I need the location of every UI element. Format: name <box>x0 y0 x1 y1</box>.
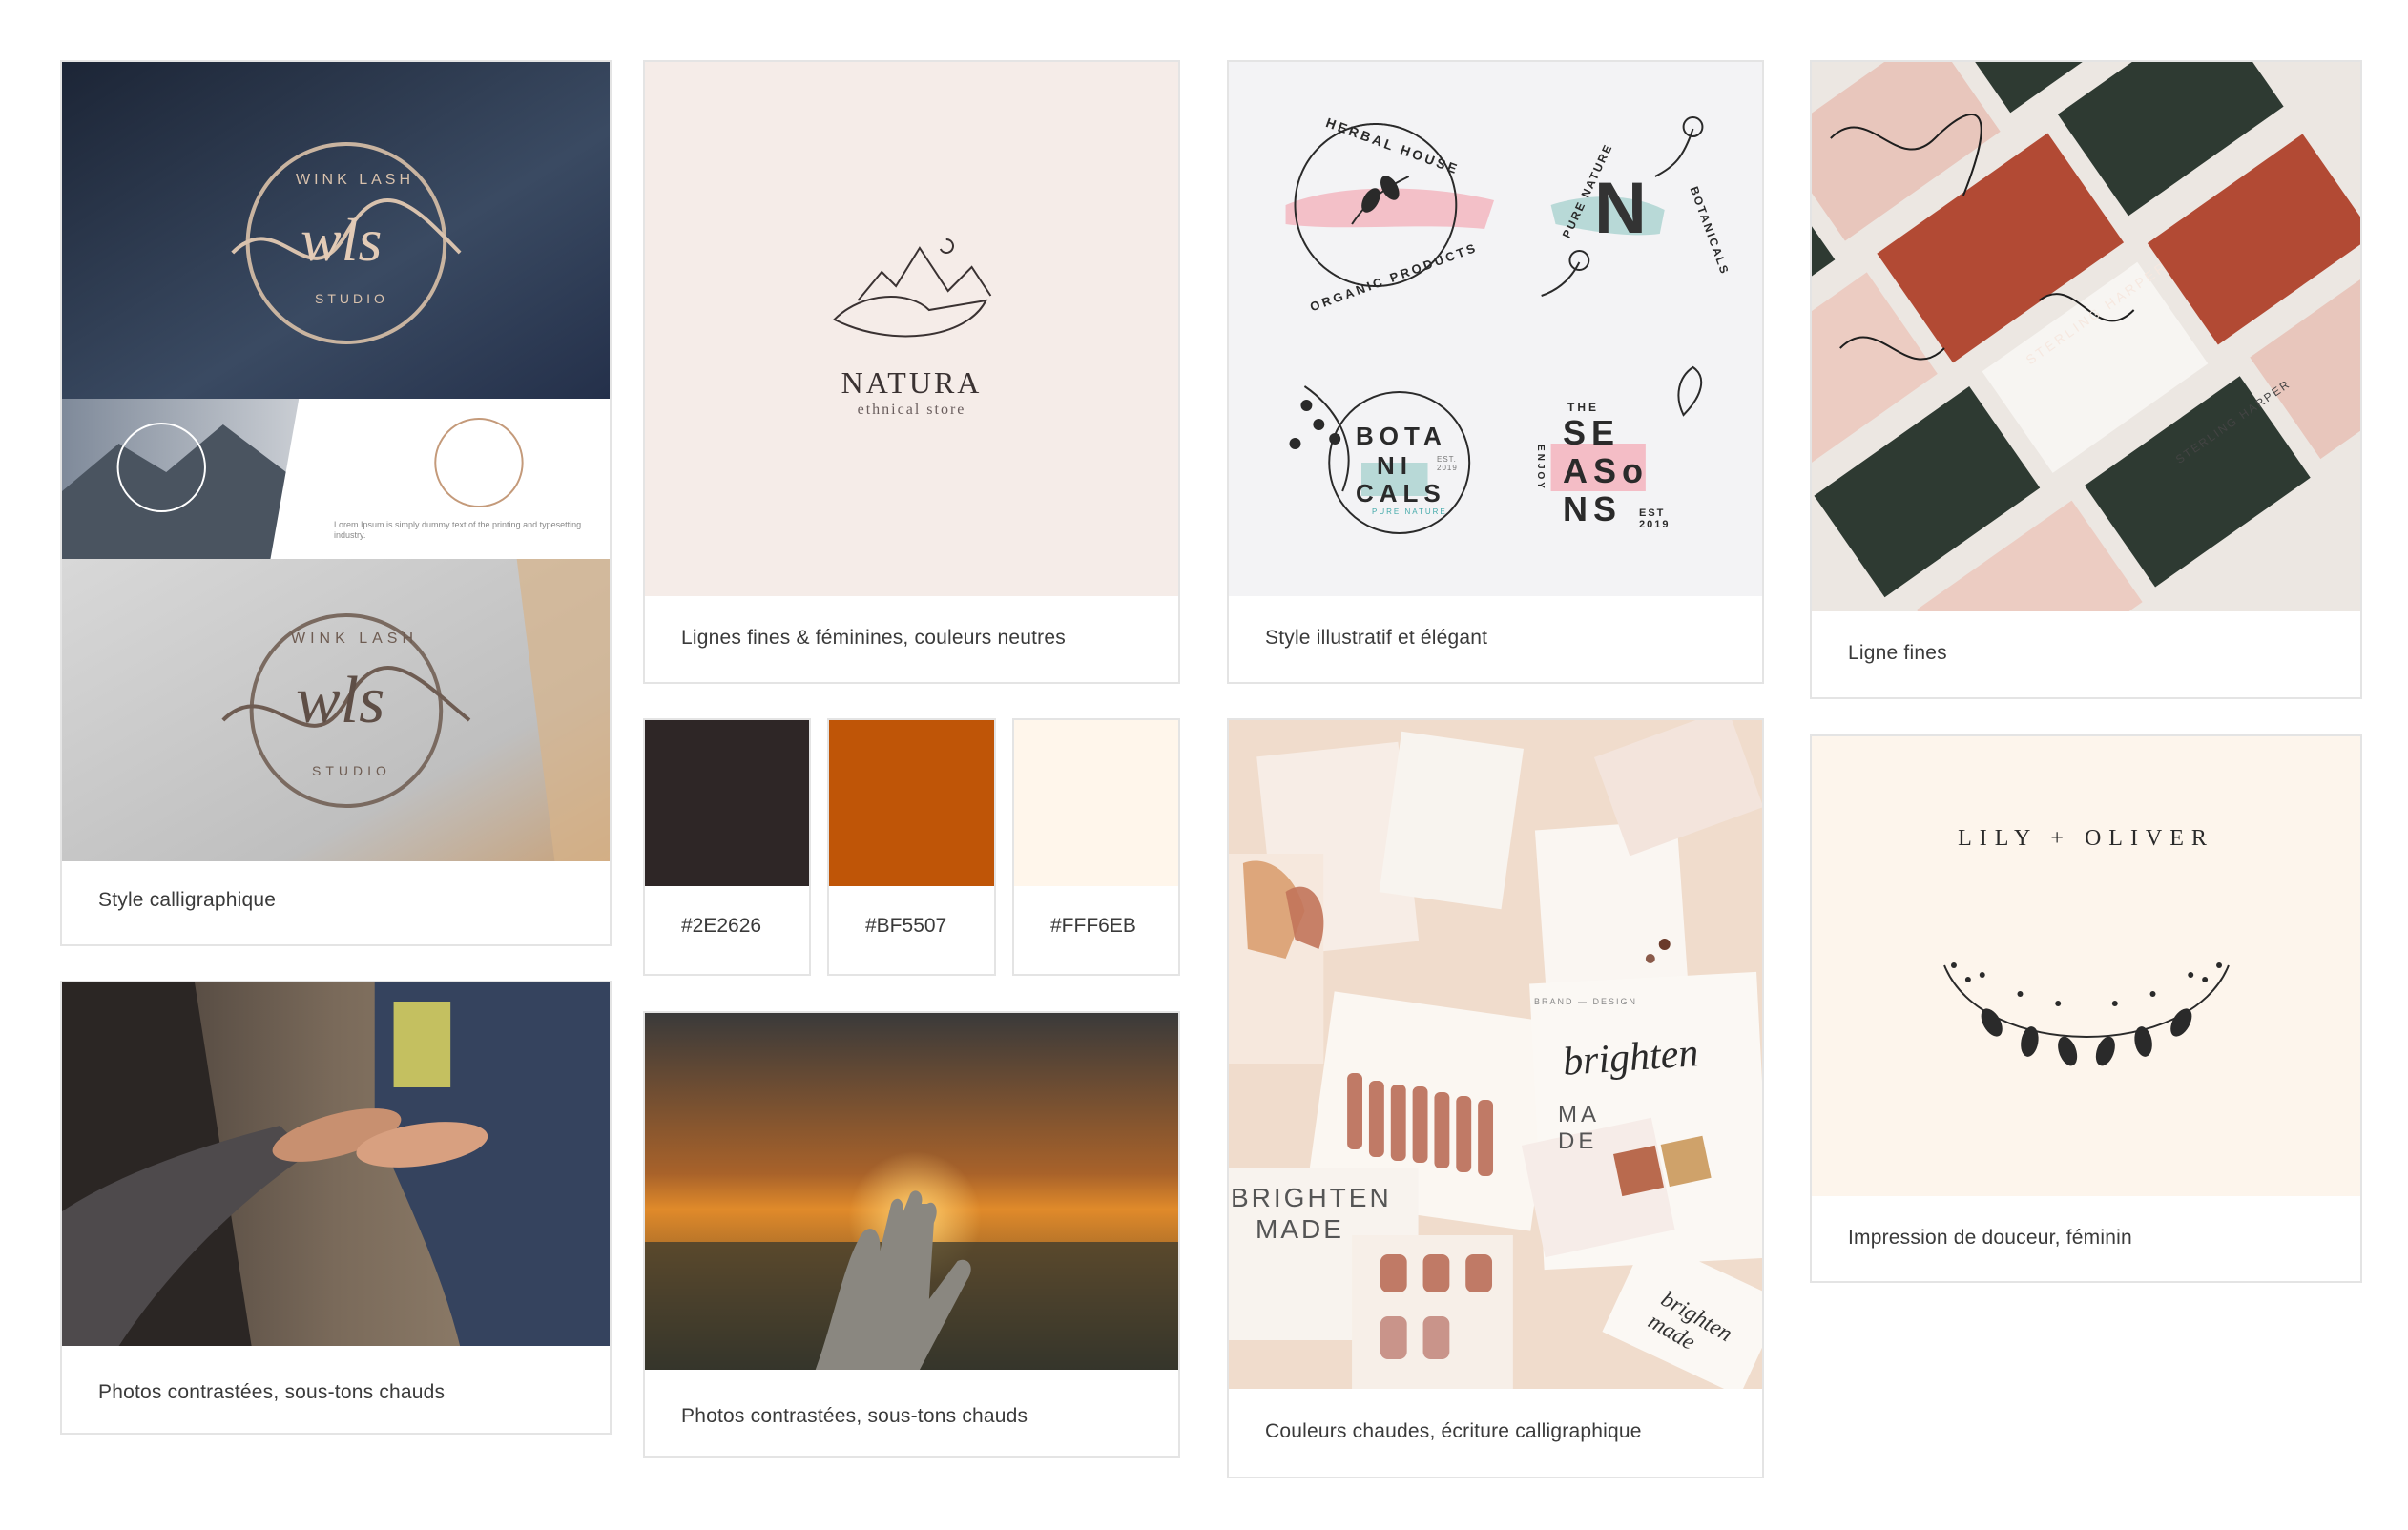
moodboard-card-natura[interactable]: NATURA ethnical store Lignes fines & fém… <box>643 60 1180 684</box>
caption-natura: Lignes fines & féminines, couleurs neutr… <box>681 627 1066 649</box>
color-swatch-1[interactable]: #2E2626 <box>643 718 811 976</box>
brighten-big-1: BRIGHTEN <box>1231 1183 1392 1212</box>
caption-photos-left: Photos contrastées, sous-tons chauds <box>98 1381 446 1403</box>
lily-oliver-text: LILY + OLIVER <box>1958 826 2214 851</box>
seasons-est: EST 2019 <box>1639 507 1671 530</box>
seasons-the: THE <box>1567 401 1599 414</box>
caption-softness: Impression de douceur, féminin <box>1848 1227 2132 1249</box>
wls-mark-bottom: wls <box>296 664 385 737</box>
wls-bottom-bottom-text: STUDIO <box>312 763 391 778</box>
swatch-color-chip-1 <box>645 720 809 886</box>
business-cards-image <box>1812 62 2360 611</box>
seasons-line-1: SE <box>1563 413 1621 452</box>
moodboard-card-fine-lines[interactable]: STERLING HARPER STERLING HARPER Ligne fi… <box>1810 60 2362 699</box>
bota-est: EST. 2019 <box>1437 455 1458 472</box>
moodboard-card-calligraphic[interactable]: wls WINK LASH STUDIO Lorem Ipsum is simp… <box>60 60 612 946</box>
bota-line-3: CALS <box>1356 479 1446 507</box>
wls-mark-top: wls <box>301 206 383 274</box>
caption-illustrative: Style illustratif et élégant <box>1265 627 1488 649</box>
swatch-color-chip-3 <box>1014 720 1178 886</box>
caption-fine-lines: Ligne fines <box>1848 642 1947 664</box>
swatch-hex-3: #FFF6EB <box>1050 915 1136 937</box>
swatch-color-chip-2 <box>829 720 994 886</box>
sunset-hand-photo-image <box>645 1013 1178 1370</box>
bota-line-1: BOTA <box>1356 422 1447 450</box>
color-swatch-3[interactable]: #FFF6EB <box>1012 718 1180 976</box>
lily-oliver-logo-image <box>1812 736 2360 1196</box>
moodboard-card-warm[interactable]: brighten MA DE BRIGHTEN MADE BRAND — DES… <box>1227 718 1764 1478</box>
bota-line-2: NI <box>1377 451 1413 480</box>
caption-calligraphic: Style calligraphique <box>98 889 277 911</box>
seasons-line-2: ASo <box>1563 451 1649 490</box>
wls-lorem-text: Lorem Ipsum is simply dummy text of the … <box>334 520 582 540</box>
moodboard-card-photos-mid[interactable]: Photos contrastées, sous-tons chauds <box>643 1011 1180 1458</box>
caption-warm: Couleurs chaudes, écriture calligraphiqu… <box>1265 1420 1642 1442</box>
brand-design-text: BRAND — DESIGN <box>1534 997 1638 1006</box>
brighten-made-2: DE <box>1558 1128 1598 1154</box>
bota-sub: PURE NATURE <box>1372 507 1447 516</box>
seasons-line-3: NS <box>1563 489 1623 528</box>
caption-photos-mid: Photos contrastées, sous-tons chauds <box>681 1405 1028 1427</box>
wls-bottom-text: STUDIO <box>315 291 388 306</box>
wls-bottom-top-text: WINK LASH <box>291 631 419 647</box>
color-swatch-2[interactable]: #BF5507 <box>827 718 996 976</box>
brighten-made-1: MA <box>1558 1102 1600 1127</box>
natura-subtitle: ethnical store <box>857 402 966 418</box>
brighten-big-2: MADE <box>1256 1214 1344 1244</box>
swatch-hex-2: #BF5507 <box>865 915 947 937</box>
moodboard-card-illustrative[interactable]: HERBAL HOUSE ORGANIC PRODUCTS N PURE NAT… <box>1227 60 1764 684</box>
hands-photo-image <box>62 982 610 1346</box>
swatch-hex-1: #2E2626 <box>681 915 762 937</box>
pure-letter: N <box>1594 168 1647 249</box>
seasons-side: ENJOY <box>1534 445 1546 491</box>
moodboard-card-softness[interactable]: LILY + OLIVER Impression de douceur, fém… <box>1810 734 2362 1283</box>
natura-logo-image <box>645 62 1178 596</box>
natura-name: NATURA <box>841 365 983 400</box>
moodboard-card-photos-left[interactable]: Photos contrastées, sous-tons chauds <box>60 981 612 1435</box>
wls-top-text: WINK LASH <box>296 172 415 188</box>
brighten-script: brighten <box>1561 1031 1700 1085</box>
